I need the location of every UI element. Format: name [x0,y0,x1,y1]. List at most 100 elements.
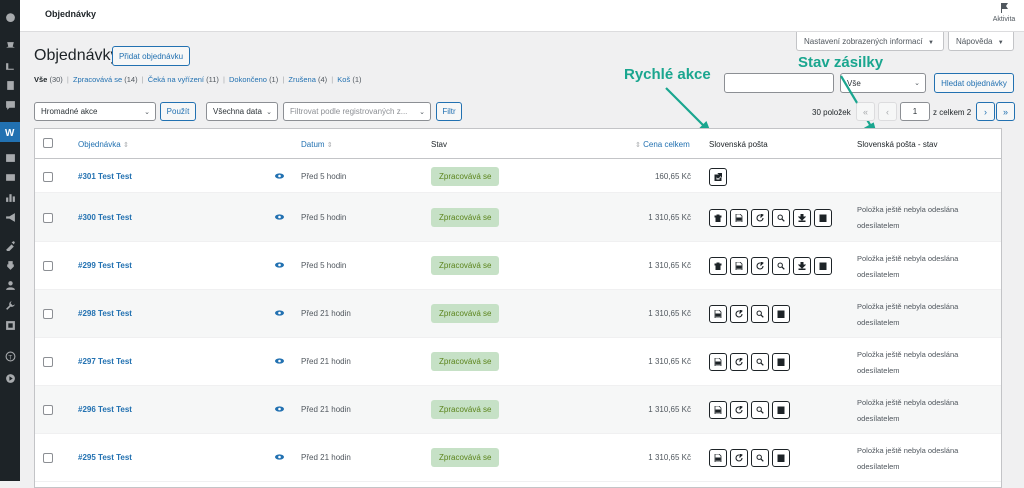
row-checkbox[interactable] [43,453,53,463]
filter-trash[interactable]: Koš [337,75,350,84]
prev-page-button[interactable]: ‹ [878,102,897,121]
last-page-button[interactable]: » [996,102,1015,121]
search-status-select[interactable]: Vše ⌄ [840,73,926,93]
filter-button[interactable]: Filtr [436,102,462,121]
select-all-checkbox[interactable] [43,138,53,148]
trash-button[interactable] [709,209,727,227]
search-button[interactable] [751,305,769,323]
order-link[interactable]: #297 Test Test [78,357,132,366]
current-page-input[interactable]: 1 [900,102,930,121]
row-checkbox[interactable] [43,261,53,271]
row-checkbox[interactable] [43,172,53,182]
trash-button[interactable] [709,257,727,275]
column-order[interactable]: Objednávka ⇕ [78,140,129,149]
screen-options-button[interactable]: Nastavení zobrazených informací ▼ [796,32,944,51]
clipboard-button[interactable] [814,209,832,227]
dashboard-icon[interactable] [0,6,20,26]
clipboard-button[interactable] [814,257,832,275]
activity-button[interactable]: Aktivita [988,2,1020,23]
document-button[interactable] [709,401,727,419]
woocommerce-icon[interactable]: W [0,122,20,142]
products-icon[interactable] [0,147,20,167]
filter-processing[interactable]: Zpracovává se [73,75,122,84]
clipboard-button[interactable] [772,401,790,419]
table-row[interactable]: #296 Test Test Před 21 hodin Zpracovává se… [35,386,1001,434]
refresh-button[interactable] [751,257,769,275]
order-link[interactable]: #295 Test Test [78,453,132,462]
refresh-button[interactable] [730,449,748,467]
order-link[interactable]: #300 Test Test [78,213,132,222]
row-checkbox[interactable] [43,405,53,415]
preview-eye-icon[interactable] [275,172,284,181]
help-button[interactable]: Nápověda ▼ [948,32,1014,51]
document-button[interactable] [709,353,727,371]
search-button[interactable] [751,401,769,419]
tools-icon[interactable] [0,295,20,315]
filter-cancelled[interactable]: Zrušena [288,75,316,84]
add-order-button[interactable]: Přidat objednávku [112,46,190,66]
external-link-button[interactable] [709,168,727,186]
settings-icon[interactable] [0,315,20,335]
column-total[interactable]: ⇕ Cena celkem [635,140,690,149]
search-button[interactable] [772,209,790,227]
refresh-button[interactable] [730,401,748,419]
order-link[interactable]: #301 Test Test [78,172,132,181]
analytics-icon[interactable] [0,187,20,207]
row-checkbox[interactable] [43,357,53,367]
first-page-button[interactable]: « [856,102,875,121]
table-row[interactable]: #301 Test Test Před 5 hodin Zpracovává se 1… [35,160,1001,193]
column-date[interactable]: Datum ⇕ [301,140,333,149]
order-link[interactable]: #299 Test Test [78,261,132,270]
marketing-icon[interactable] [0,207,20,227]
search-button[interactable] [751,353,769,371]
users-icon[interactable] [0,275,20,295]
dates-select[interactable]: Všechna data ⌄ [206,102,278,121]
search-input[interactable] [724,73,834,93]
preview-eye-icon[interactable] [275,453,284,462]
document-button[interactable] [730,209,748,227]
filter-completed[interactable]: Dokončeno [229,75,267,84]
next-page-button[interactable]: › [976,102,995,121]
filter-all[interactable]: Vše [34,75,47,84]
table-row[interactable]: #300 Test Test Před 5 hodin Zpracovává se 1… [35,193,1001,242]
pages-icon[interactable] [0,75,20,95]
table-row[interactable]: #299 Test Test Před 5 hodin Zpracovává se 1… [35,242,1001,290]
comments-icon[interactable] [0,95,20,115]
refresh-button[interactable] [730,353,748,371]
refresh-button[interactable] [751,209,769,227]
download-button[interactable] [793,257,811,275]
filter-pending[interactable]: Čeká na vyřízení [148,75,204,84]
refresh-button[interactable] [730,305,748,323]
search-orders-button[interactable]: Hledat objednávky [934,73,1014,93]
bulk-actions-select[interactable]: Hromadné akce ⌄ [34,102,156,121]
plugins-icon[interactable] [0,255,20,275]
search-button[interactable] [772,257,790,275]
table-row[interactable]: #297 Test Test Před 21 hodin Zpracovává se… [35,338,1001,386]
preview-eye-icon[interactable] [275,309,284,318]
document-button[interactable] [709,305,727,323]
table-row[interactable]: #298 Test Test Před 21 hodin Zpracovává se… [35,290,1001,338]
table-row[interactable]: #295 Test Test Před 21 hodin Zpracovává se… [35,434,1001,482]
document-button[interactable] [730,257,748,275]
row-checkbox[interactable] [43,309,53,319]
preview-eye-icon[interactable] [275,357,284,366]
search-button[interactable] [751,449,769,467]
apply-button[interactable]: Použít [160,102,196,121]
preview-eye-icon[interactable] [275,213,284,222]
clipboard-button[interactable] [772,353,790,371]
media-icon[interactable] [0,56,20,76]
theme-icon[interactable]: T [0,346,20,366]
download-button[interactable] [793,209,811,227]
order-link[interactable]: #298 Test Test [78,309,132,318]
row-checkbox[interactable] [43,213,53,223]
customer-filter-select[interactable]: Filtrovat podle registrovaných z... ⌄ [283,102,431,121]
document-button[interactable] [709,449,727,467]
pin-icon[interactable] [0,36,20,56]
play-icon[interactable] [0,368,20,388]
clipboard-button[interactable] [772,449,790,467]
payments-icon[interactable] [0,167,20,187]
order-link[interactable]: #296 Test Test [78,405,132,414]
appearance-icon[interactable] [0,235,20,255]
preview-eye-icon[interactable] [275,405,284,414]
preview-eye-icon[interactable] [275,261,284,270]
